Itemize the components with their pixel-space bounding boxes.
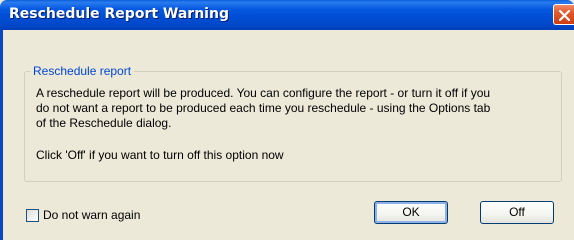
- message-line-1: A reschedule report will be produced. Yo…: [36, 86, 491, 100]
- close-icon: [558, 9, 571, 22]
- message-line-2: do not want a report to be produced each…: [36, 101, 491, 115]
- do-not-warn-checkbox[interactable]: [26, 209, 39, 222]
- groupbox-legend: Reschedule report: [30, 64, 135, 78]
- window-title: Reschedule Report Warning: [9, 6, 229, 22]
- message-line-3: of the Reschedule dialog.: [36, 116, 172, 130]
- close-button[interactable]: [553, 4, 574, 25]
- message-line-4: Click 'Off' if you want to turn off this…: [36, 148, 284, 162]
- off-button[interactable]: Off: [480, 201, 554, 224]
- do-not-warn-label[interactable]: Do not warn again: [43, 208, 140, 223]
- window-border: [0, 30, 3, 240]
- title-bar[interactable]: Reschedule Report Warning: [0, 0, 574, 30]
- ok-button[interactable]: OK: [374, 201, 448, 224]
- dialog-window: Reschedule Report Warning Reschedule rep…: [0, 0, 574, 240]
